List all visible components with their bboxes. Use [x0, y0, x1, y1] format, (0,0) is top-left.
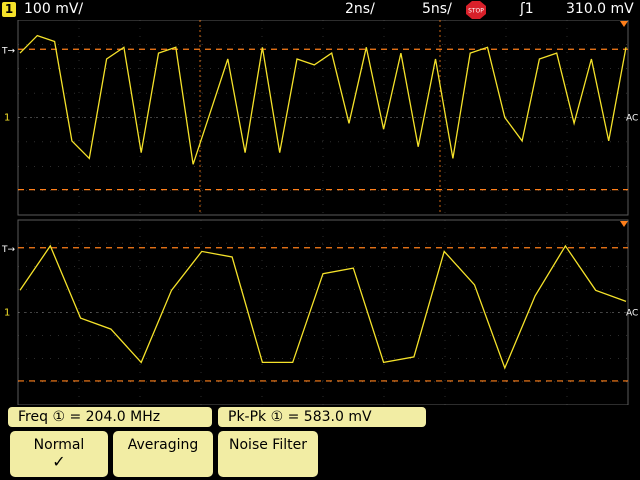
coupling-label: AC	[626, 309, 638, 319]
trigger-level[interactable]: 310.0 mV	[566, 1, 634, 17]
channel-circle-icon: ①	[52, 409, 65, 425]
ground-marker: 1	[4, 308, 10, 319]
measurement-bar: Freq ① = 204.0 MHz Pk-Pk ① = 583.0 mV	[0, 405, 640, 429]
trigger-marker: T→	[1, 46, 15, 56]
pkpk-measurement[interactable]: Pk-Pk ① = 583.0 mV	[218, 407, 426, 427]
softkey-bar: Normal ✓ Averaging Noise Filter	[0, 429, 640, 480]
freq-measurement[interactable]: Freq ① = 204.0 MHz	[8, 407, 212, 427]
trigger-position-icon	[620, 21, 628, 27]
coupling-label: AC	[626, 114, 638, 124]
trigger-position-icon	[620, 221, 628, 227]
run-state: STOP	[468, 8, 484, 15]
stop-icon[interactable]: STOP	[466, 1, 486, 19]
trigger-edge[interactable]: ʃ1	[520, 1, 534, 17]
trigger-marker: T→	[1, 245, 15, 255]
softkey-noise-filter[interactable]: Noise Filter	[218, 431, 318, 477]
channel-badge[interactable]: 1	[2, 2, 16, 17]
status-bar: 1 100 mV/ 2ns/ 5ns/ STOP ʃ1 310.0 mV	[0, 0, 640, 20]
softkey-averaging[interactable]: Averaging	[113, 431, 213, 477]
trace-line	[19, 244, 627, 370]
volts-per-div[interactable]: 100 mV/	[24, 1, 83, 17]
trace-line	[19, 34, 627, 165]
sample-rate: 5ns/	[422, 1, 452, 17]
traces	[19, 34, 627, 370]
waveform-display[interactable]: T→ 1 AC T→ 1 AC	[0, 20, 640, 405]
check-icon: ✓	[52, 452, 66, 471]
grid	[17, 20, 629, 405]
time-per-div[interactable]: 2ns/	[345, 1, 375, 17]
markers: T→ 1 AC T→ 1 AC	[1, 21, 638, 319]
ground-marker: 1	[4, 113, 10, 124]
softkey-normal[interactable]: Normal ✓	[10, 431, 108, 477]
channel-circle-icon: ①	[270, 409, 284, 425]
